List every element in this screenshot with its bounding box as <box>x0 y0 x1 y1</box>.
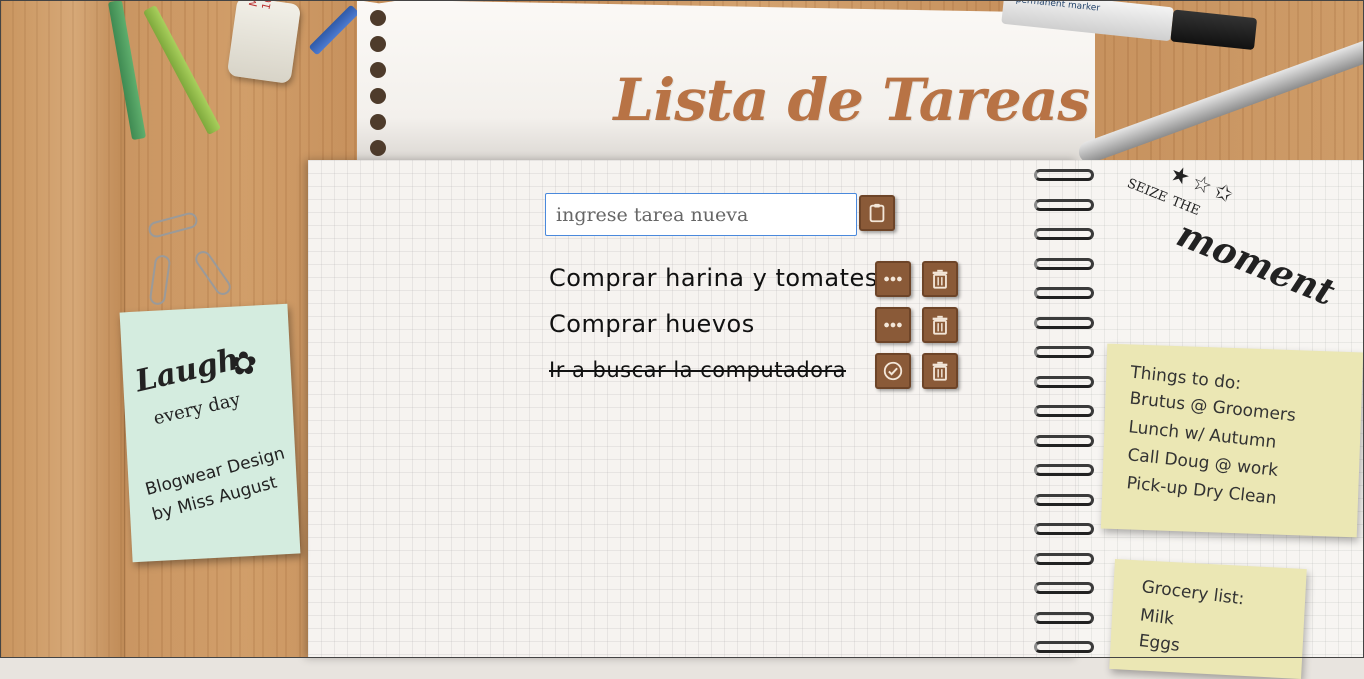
spiral-ring <box>1034 346 1094 358</box>
task-options-button[interactable] <box>875 261 911 297</box>
spiral-ring <box>1034 464 1094 476</box>
eraser: MILAN 1012 <box>226 0 302 85</box>
clipboard-icon <box>869 203 885 223</box>
task-item-text: Comprar huevos <box>549 310 755 338</box>
note-line: Grocery list: <box>1140 576 1246 610</box>
punch-holes <box>370 10 392 160</box>
notebook-spiral <box>1034 163 1104 658</box>
spiral-ring <box>1034 316 1094 329</box>
spiral-ring <box>1034 228 1094 240</box>
spiral-ring <box>1034 375 1094 388</box>
check-circle-icon <box>883 361 903 381</box>
task-options-button[interactable] <box>875 307 911 343</box>
task-complete-button[interactable] <box>875 353 911 389</box>
spiral-ring <box>1034 641 1094 653</box>
spiral-ring <box>1034 582 1094 594</box>
spiral-ring <box>1034 434 1094 447</box>
trash-icon <box>932 361 948 381</box>
more-dots-icon <box>884 322 902 328</box>
spiral-ring <box>1034 287 1094 299</box>
spiral-ring <box>1034 552 1094 565</box>
eraser-label: MILAN 1012 <box>247 0 284 11</box>
delete-task-button[interactable] <box>922 307 958 343</box>
flower-icon: ✿ <box>229 343 259 383</box>
trash-icon <box>932 315 948 335</box>
task-item-text: Comprar harina y tomates. <box>549 264 886 292</box>
note-everyday-text: every day <box>151 388 243 430</box>
task-item-text-completed: Ir a buscar la computadora <box>549 358 847 382</box>
spiral-ring <box>1034 611 1094 624</box>
delete-task-button[interactable] <box>922 353 958 389</box>
todo-sticky-note: Things to do: Brutus @ Groomers Lunch w/… <box>1100 343 1364 538</box>
note-credit-text: Blogwear Design by Miss August <box>143 443 288 526</box>
more-dots-icon <box>884 276 902 282</box>
spiral-ring <box>1034 169 1094 181</box>
note-line: Eggs <box>1137 631 1181 656</box>
spiral-ring <box>1034 198 1094 211</box>
desk-left-panel <box>0 0 125 658</box>
new-task-input[interactable] <box>545 193 857 236</box>
marker-label: permanent marker <box>1015 0 1101 14</box>
spiral-ring <box>1034 257 1094 270</box>
grocery-sticky-note: Grocery list: Milk Eggs <box>1109 559 1307 679</box>
page-title: Lista de Tareas <box>613 66 1090 134</box>
delete-task-button[interactable] <box>922 261 958 297</box>
add-task-button[interactable] <box>859 195 895 231</box>
trash-icon <box>932 269 948 289</box>
note-line: Milk <box>1138 605 1176 630</box>
mint-sticky-note: Laugh ✿ every day Blogwear Design by Mis… <box>119 303 301 563</box>
seize-big-text: moment <box>1171 212 1341 315</box>
spiral-ring <box>1034 493 1094 506</box>
spiral-ring <box>1034 523 1094 535</box>
spiral-ring <box>1034 405 1094 417</box>
